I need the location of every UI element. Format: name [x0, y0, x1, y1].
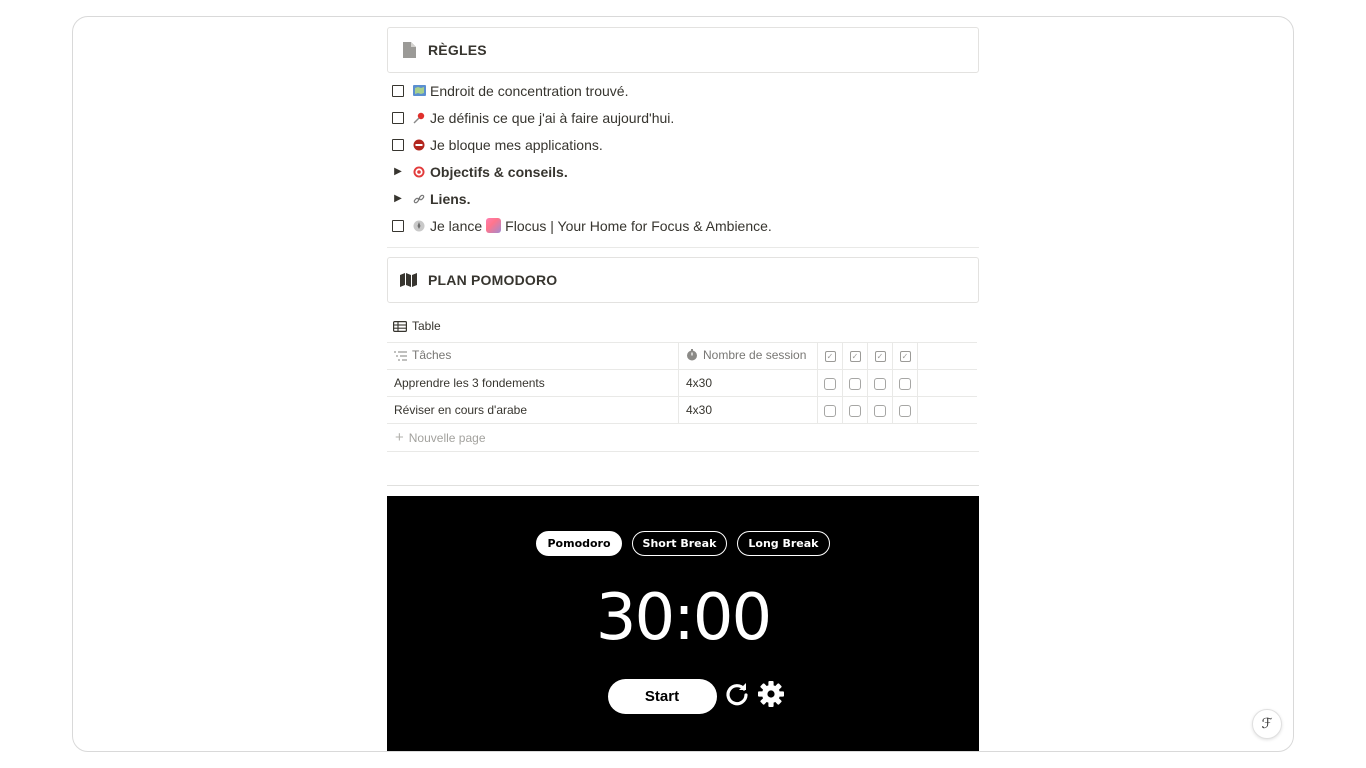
column-header-check-2[interactable]: ✓ [842, 342, 868, 370]
toggle-arrow-icon[interactable]: ▶ [392, 193, 404, 204]
empty-cell [917, 396, 977, 424]
divider [387, 485, 979, 486]
column-header-tasks[interactable]: Tâches [387, 342, 679, 370]
checkbox-property-icon: ✓ [849, 351, 861, 363]
plan-callout: PLAN POMODORO [387, 257, 979, 303]
row-checkbox[interactable] [899, 377, 911, 390]
row-checkbox[interactable] [849, 377, 861, 390]
help-icon: ℱ [1261, 716, 1273, 732]
toggle-links[interactable]: ▶ Liens. [387, 185, 979, 212]
pushpin-icon [412, 111, 426, 125]
todo-text: Je bloque mes applications. [430, 136, 603, 153]
check-cell[interactable] [892, 369, 918, 397]
check-cell[interactable] [892, 396, 918, 424]
todo-text: Je définis ce que j'ai à faire aujourd'h… [430, 109, 675, 126]
rules-list: Endroit de concentration trouvé. Je défi… [387, 77, 979, 239]
table-icon [393, 320, 407, 332]
row-checkbox[interactable] [874, 404, 886, 417]
row-checkbox[interactable] [824, 377, 836, 390]
sessions-cell[interactable]: 4x30 [678, 369, 818, 397]
toggle-arrow-icon[interactable]: ▶ [392, 166, 404, 177]
table-header-row: Tâches Nombre de session ✓ ✓ ✓ ✓ [387, 342, 977, 370]
toggle-objectives[interactable]: ▶ Objectifs & conseils. [387, 158, 979, 185]
column-header-check-3[interactable]: ✓ [867, 342, 893, 370]
check-cell[interactable] [817, 369, 843, 397]
map-book-icon [400, 271, 418, 289]
target-icon [412, 165, 426, 179]
row-checkbox[interactable] [824, 404, 836, 417]
rules-callout: RÈGLES [387, 27, 979, 73]
checkbox-property-icon: ✓ [824, 351, 836, 363]
empty-cell [917, 369, 977, 397]
mode-short-break-button[interactable]: Short Break [631, 531, 728, 556]
checkbox-property-icon: ✓ [899, 351, 911, 363]
help-button[interactable]: ℱ [1252, 709, 1282, 739]
start-button[interactable]: Start [607, 679, 717, 714]
task-cell[interactable]: Apprendre les 3 fondements [387, 369, 679, 397]
pomodoro-table: Tâches Nombre de session ✓ ✓ ✓ ✓ Apprend… [387, 342, 977, 424]
rocket-icon [412, 219, 426, 233]
divider [387, 247, 979, 248]
table-view-label: Table [412, 319, 441, 333]
list-icon [394, 350, 407, 364]
plan-title: PLAN POMODORO [428, 272, 558, 288]
task-cell[interactable]: Réviser en cours d'arabe [387, 396, 679, 424]
mode-long-break-button[interactable]: Long Break [737, 531, 830, 556]
todo-item-launch[interactable]: Je lance Flocus | Your Home for Focus & … [387, 212, 979, 239]
mode-pomodoro-button[interactable]: Pomodoro [536, 531, 622, 556]
toggle-text: Liens. [430, 190, 471, 207]
rules-title: RÈGLES [428, 42, 487, 58]
row-checkbox[interactable] [874, 377, 886, 390]
map-icon [412, 84, 426, 98]
reset-icon[interactable] [723, 680, 751, 713]
table-view-tab[interactable]: Table [387, 315, 979, 337]
table-row[interactable]: Réviser en cours d'arabe 4x30 [387, 396, 977, 424]
todo-text: Endroit de concentration trouvé. [430, 82, 629, 99]
toggle-text: Objectifs & conseils. [430, 163, 568, 180]
todo-checkbox[interactable] [392, 138, 404, 151]
timer-display: 30:00 [595, 581, 772, 655]
sessions-cell[interactable]: 4x30 [678, 396, 818, 424]
todo-checkbox[interactable] [392, 84, 404, 97]
new-page-label: Nouvelle page [408, 430, 486, 445]
todo-item-block-apps[interactable]: Je bloque mes applications. [387, 131, 979, 158]
page-frame: RÈGLES Endroit de concentration trouvé. … [72, 16, 1294, 752]
row-checkbox[interactable] [899, 404, 911, 417]
timer-controls: Start [387, 679, 979, 714]
timer-icon [686, 349, 698, 364]
row-checkbox[interactable] [849, 404, 861, 417]
column-header-empty [917, 342, 977, 370]
check-cell[interactable] [867, 369, 893, 397]
plus-icon: + [395, 429, 404, 446]
todo-text-before: Je lance [430, 217, 483, 234]
checkbox-property-icon: ✓ [874, 351, 886, 363]
timer-mode-tabs: Pomodoro Short Break Long Break [387, 531, 979, 556]
todo-item-location[interactable]: Endroit de concentration trouvé. [387, 77, 979, 104]
check-cell[interactable] [842, 369, 868, 397]
todo-checkbox[interactable] [392, 219, 404, 232]
table-row[interactable]: Apprendre les 3 fondements 4x30 [387, 369, 977, 397]
flocus-link[interactable]: Flocus | Your Home for Focus & Ambience. [505, 218, 772, 234]
new-page-button[interactable]: + Nouvelle page [387, 424, 979, 452]
flocus-logo-icon [486, 218, 502, 233]
stop-icon [412, 138, 426, 152]
check-cell[interactable] [842, 396, 868, 424]
document-icon [400, 41, 418, 59]
check-cell[interactable] [817, 396, 843, 424]
column-header-check-4[interactable]: ✓ [892, 342, 918, 370]
column-header-check-1[interactable]: ✓ [817, 342, 843, 370]
link-icon [412, 192, 426, 206]
notion-content: RÈGLES Endroit de concentration trouvé. … [387, 27, 979, 486]
todo-checkbox[interactable] [392, 111, 404, 124]
settings-gear-icon[interactable] [757, 680, 785, 713]
check-cell[interactable] [867, 396, 893, 424]
pomodoro-timer-embed: Pomodoro Short Break Long Break 30:00 St… [387, 496, 979, 751]
todo-item-define[interactable]: Je définis ce que j'ai à faire aujourd'h… [387, 104, 979, 131]
column-header-sessions[interactable]: Nombre de session [678, 342, 818, 370]
